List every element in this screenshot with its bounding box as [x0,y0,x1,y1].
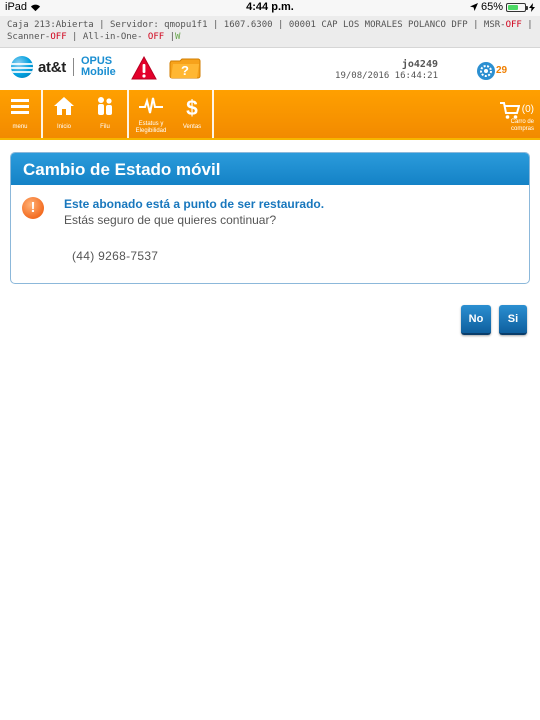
nav-divider [41,90,43,138]
nav-estatus-elegibilidad[interactable]: Estatus y Elegibilidad [131,90,171,138]
cart-count: (0) [521,104,534,115]
battery-percent: 65% [480,1,503,13]
app-version: 1607.6300 [223,20,273,30]
shopping-cart[interactable]: (0) Carro de compras [494,90,534,138]
charging-bolt-icon [529,2,535,12]
battery-icon [506,2,528,12]
dollar-icon: $ [186,97,198,118]
cart-label: Carro de compras [494,119,534,133]
subscriber-phone-number: (44) 9268-7537 [72,249,159,263]
w-indicator: W [175,32,181,42]
clock: 4:44 p.m. [246,1,294,13]
nav-inicio[interactable]: Inicio [45,90,83,138]
notification-count: 29 [496,65,508,76]
alert-triangle-icon[interactable] [131,56,157,80]
svg-text:$: $ [186,97,198,118]
logo-divider [72,58,74,76]
nav-menu-label: menu [12,124,28,130]
ios-status-bar: iPad 4:44 p.m. 65% [0,0,540,16]
app-header: at&t OPUS Mobile ? jo4249 19/08/2016 16:… [0,48,540,90]
nav-divider [127,90,129,138]
separator: | [212,20,219,30]
separator: | [72,32,78,42]
register-status: Caja 213:Abierta [7,20,94,30]
nav-divider [212,90,214,138]
username: jo4249 [401,59,438,70]
login-datetime: 19/08/2016 16:44:21 [335,71,438,81]
pulse-line-icon [139,97,163,114]
nav-estatus-label: Estatus y Elegibilidad [131,121,171,135]
nav-ventas-label: Ventas [182,124,202,130]
product-name: OPUS Mobile [81,56,116,78]
store-name: 00001 CAP LOS MORALES POLANCO DFP [288,20,468,30]
warning-exclamation-icon: ! [22,197,44,219]
si-button[interactable]: Si [499,305,527,335]
all-in-one-status: All-in-One- OFF [82,32,165,42]
cart-label-line1: Carro de [510,119,534,125]
settings-gear-icon[interactable] [476,61,496,81]
status-bar-right: 65% [469,1,535,13]
dialog-message-title: Este abonado está a punto de ser restaur… [64,197,325,211]
separator: | [277,20,284,30]
brand-name: at&t [38,58,66,76]
nav-estatus-label-line2: Elegibilidad [135,128,167,134]
user-info: jo4249 19/08/2016 16:44:21 [330,59,438,81]
people-icon [98,97,112,115]
cart-label-line2: compras [510,126,534,132]
dialog-message-subtitle: Estás seguro de que quieres continuar? [64,213,277,227]
help-folder-icon[interactable]: ? [169,57,201,79]
separator: | [473,20,479,30]
product-name-line2: Mobile [80,66,116,78]
hamburger-menu-icon [11,99,29,114]
svg-text:?: ? [181,63,189,78]
no-button[interactable]: No [461,305,491,335]
nav-ventas[interactable]: $ Ventas [174,90,210,138]
nav-estatus-label-line1: Estatus y [138,121,164,127]
session-info-bar: Caja 213:Abierta | Servidor: qmopu1f1 | … [0,16,540,48]
msr-status: MSR-OFF [483,20,522,30]
nav-menu[interactable]: menu [0,90,40,138]
nav-inicio-label: Inicio [56,124,71,130]
att-opus-logo: at&t OPUS Mobile [11,56,116,78]
main-nav: menu Inicio Filu Estatus y Elegibilidad … [0,90,540,140]
dialog-title: Cambio de Estado móvil [11,153,529,185]
home-icon [54,97,74,115]
location-arrow-icon [469,3,478,11]
separator: | [527,20,533,30]
cart-icon [500,102,520,119]
att-globe-icon [11,56,33,78]
nav-filu[interactable]: Filu [87,90,123,138]
scanner-status: Scanner-OFF [7,32,67,42]
status-change-dialog: Cambio de Estado móvil ! Este abonado es… [10,152,530,284]
server-name: Servidor: qmopu1f1 [109,20,208,30]
nav-filu-label: Filu [100,124,110,130]
separator: | [99,20,105,30]
